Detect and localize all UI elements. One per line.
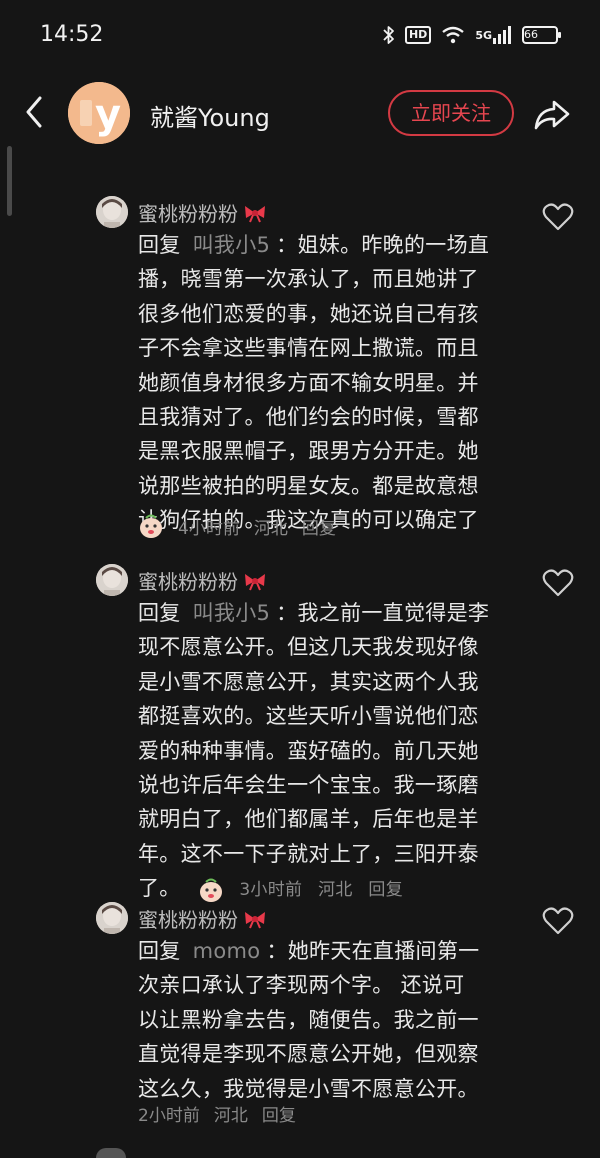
heart-icon — [542, 569, 574, 597]
comment-line: 且我猜对了。他们约会的时候，雪都 — [138, 405, 479, 430]
follow-button[interactable]: 立即关注 — [388, 90, 514, 136]
comment-line: 回复 momo ：她昨天在直播间第一 — [138, 939, 480, 963]
comment-line: 爱的种种事情。蛮好磕的。前几天她 — [138, 738, 479, 763]
commenter-name[interactable]: 蜜桃粉粉粉 — [138, 198, 268, 227]
status-time: 14:52 — [40, 22, 104, 47]
comment-line: 次亲口承认了李现两个字。 还说可 — [138, 973, 465, 998]
commenter-name-text[interactable]: 蜜桃粉粉粉 — [138, 904, 238, 933]
next-commenter-avatar[interactable] — [96, 1148, 126, 1158]
commenter-name[interactable]: 蜜桃粉粉粉 — [138, 566, 268, 595]
share-button[interactable] — [532, 94, 572, 134]
status-icons: HD 5G 66 — [383, 22, 561, 48]
comment-line: 都挺喜欢的。这些天听小雪说他们恋 — [138, 704, 479, 729]
comment-line: 很多他们恋爱的事，她还说自己有孩 — [138, 301, 479, 326]
reply-to-user[interactable]: 叫我小5 — [193, 601, 271, 625]
emoji-sticker-icon — [138, 513, 164, 539]
reply-to-user[interactable]: 叫我小5 — [193, 233, 271, 257]
comment-meta: 4小时前 河北 回复 — [138, 513, 336, 539]
heart-icon — [542, 907, 574, 935]
comment-line: 年。这不一下子就对上了，三阳开泰 — [138, 841, 479, 866]
comment-line: 说也许后年会生一个宝宝。我一琢磨 — [138, 773, 479, 798]
comment-line: 回复 叫我小5 ：姐妹。昨晚的一场直 — [138, 233, 490, 257]
comment-text: 回复 momo ：她昨天在直播间第一 次亲口承认了李现两个字。 还说可 以让黑粉拿去… — [138, 934, 526, 1106]
comment-time: 2小时前 — [138, 1106, 200, 1126]
commenter-avatar[interactable] — [96, 902, 128, 934]
comment-line: 以让黑粉拿去告，随便告。我之前一 — [138, 1007, 479, 1032]
comment-line: 是黑衣服黑帽子，跟男方分开走。她 — [138, 439, 479, 464]
avatar-letter: y — [95, 92, 121, 138]
commenter-name[interactable]: 蜜桃粉粉粉 — [138, 904, 268, 933]
comment-text: 回复 叫我小5 ：我之前一直觉得是李 现不愿意公开。但这几天我发现好像 是小雪不愿意… — [138, 596, 526, 908]
5g-signal-icon: 5G — [475, 26, 512, 44]
comment-line: 直觉得是李现不愿意公开她，但观察 — [138, 1042, 479, 1067]
like-button[interactable] — [542, 906, 574, 936]
comment-location: 河北 — [253, 518, 288, 539]
bow-icon — [242, 571, 268, 591]
comment-line-text: 我之前一直觉得是李 — [297, 601, 490, 625]
reply-label: 回复 — [138, 601, 181, 625]
commenter-name-text[interactable]: 蜜桃粉粉粉 — [138, 566, 238, 595]
avatar[interactable]: y — [68, 82, 130, 144]
bow-icon — [242, 909, 268, 929]
hd-icon: HD — [404, 26, 432, 44]
comment-line: 现不愿意公开。但这几天我发现好像 — [138, 635, 479, 660]
comment-line: 回复 叫我小5 ：我之前一直觉得是李 — [138, 601, 490, 625]
comment-line: 说那些被拍的明星女友。都是故意想 — [138, 473, 479, 498]
comment-line-text: 她昨天在直播间第一 — [287, 939, 480, 963]
comment-text: 回复 叫我小5 ：姐妹。昨晚的一场直 播，晓雪第一次承认了，而且她讲了 很多他们恋爱… — [138, 228, 526, 538]
comment-line: 子不会拿这些事情在网上撒谎。而且 — [138, 336, 479, 361]
comment-meta: 2小时前 河北 回复 — [138, 1101, 296, 1126]
scrollbar[interactable] — [7, 146, 12, 216]
commenter-name-text[interactable]: 蜜桃粉粉粉 — [138, 198, 238, 227]
comment-time: 3小时前 — [239, 880, 303, 901]
like-button[interactable] — [542, 568, 574, 598]
comment-location: 河北 — [213, 1106, 248, 1126]
emoji-sticker-icon — [198, 877, 224, 903]
network-label: 5G — [475, 28, 492, 42]
heart-icon — [542, 203, 574, 231]
comment-line-text: 了。 — [138, 876, 181, 901]
battery-icon: 66 — [522, 26, 561, 44]
bluetooth-icon — [383, 25, 395, 45]
comment-time: 4小时前 — [178, 518, 240, 539]
reply-to-user[interactable]: momo — [193, 939, 261, 963]
comment-line: 播，晓雪第一次承认了，而且她讲了 — [138, 267, 479, 292]
profile-username[interactable]: 就酱Young — [150, 98, 270, 133]
reply-label: 回复 — [138, 939, 181, 963]
reply-label: 回复 — [138, 233, 181, 257]
comment-line-text: 姐妹。昨晚的一场直 — [297, 233, 490, 257]
chevron-left-icon — [26, 96, 42, 128]
comment-location: 河北 — [318, 880, 353, 901]
comment-line: 就明白了，他们都属羊，后年也是羊 — [138, 807, 479, 832]
reply-button[interactable]: 回复 — [368, 880, 403, 900]
back-button[interactable] — [20, 92, 50, 132]
bow-icon — [242, 203, 268, 223]
commenter-avatar[interactable] — [96, 564, 128, 596]
comment-line: 她颜值身材很多方面不输女明星。并 — [138, 370, 479, 395]
comment-line: 是小雪不愿意公开，其实这两个人我 — [138, 669, 479, 694]
comment-meta: 3小时前 河北 回复 — [188, 877, 403, 903]
wifi-icon — [441, 26, 465, 44]
profile-header: y 就酱Young 立即关注 — [0, 72, 600, 154]
reply-button[interactable]: 回复 — [262, 1101, 296, 1126]
share-icon — [534, 100, 570, 130]
like-button[interactable] — [542, 202, 574, 232]
comment-line: 了。 3小时前 河北 回复 — [138, 871, 526, 907]
status-bar: 14:52 HD 5G 66 — [0, 0, 600, 72]
commenter-avatar[interactable] — [96, 196, 128, 228]
reply-button[interactable]: 回复 — [302, 514, 336, 539]
